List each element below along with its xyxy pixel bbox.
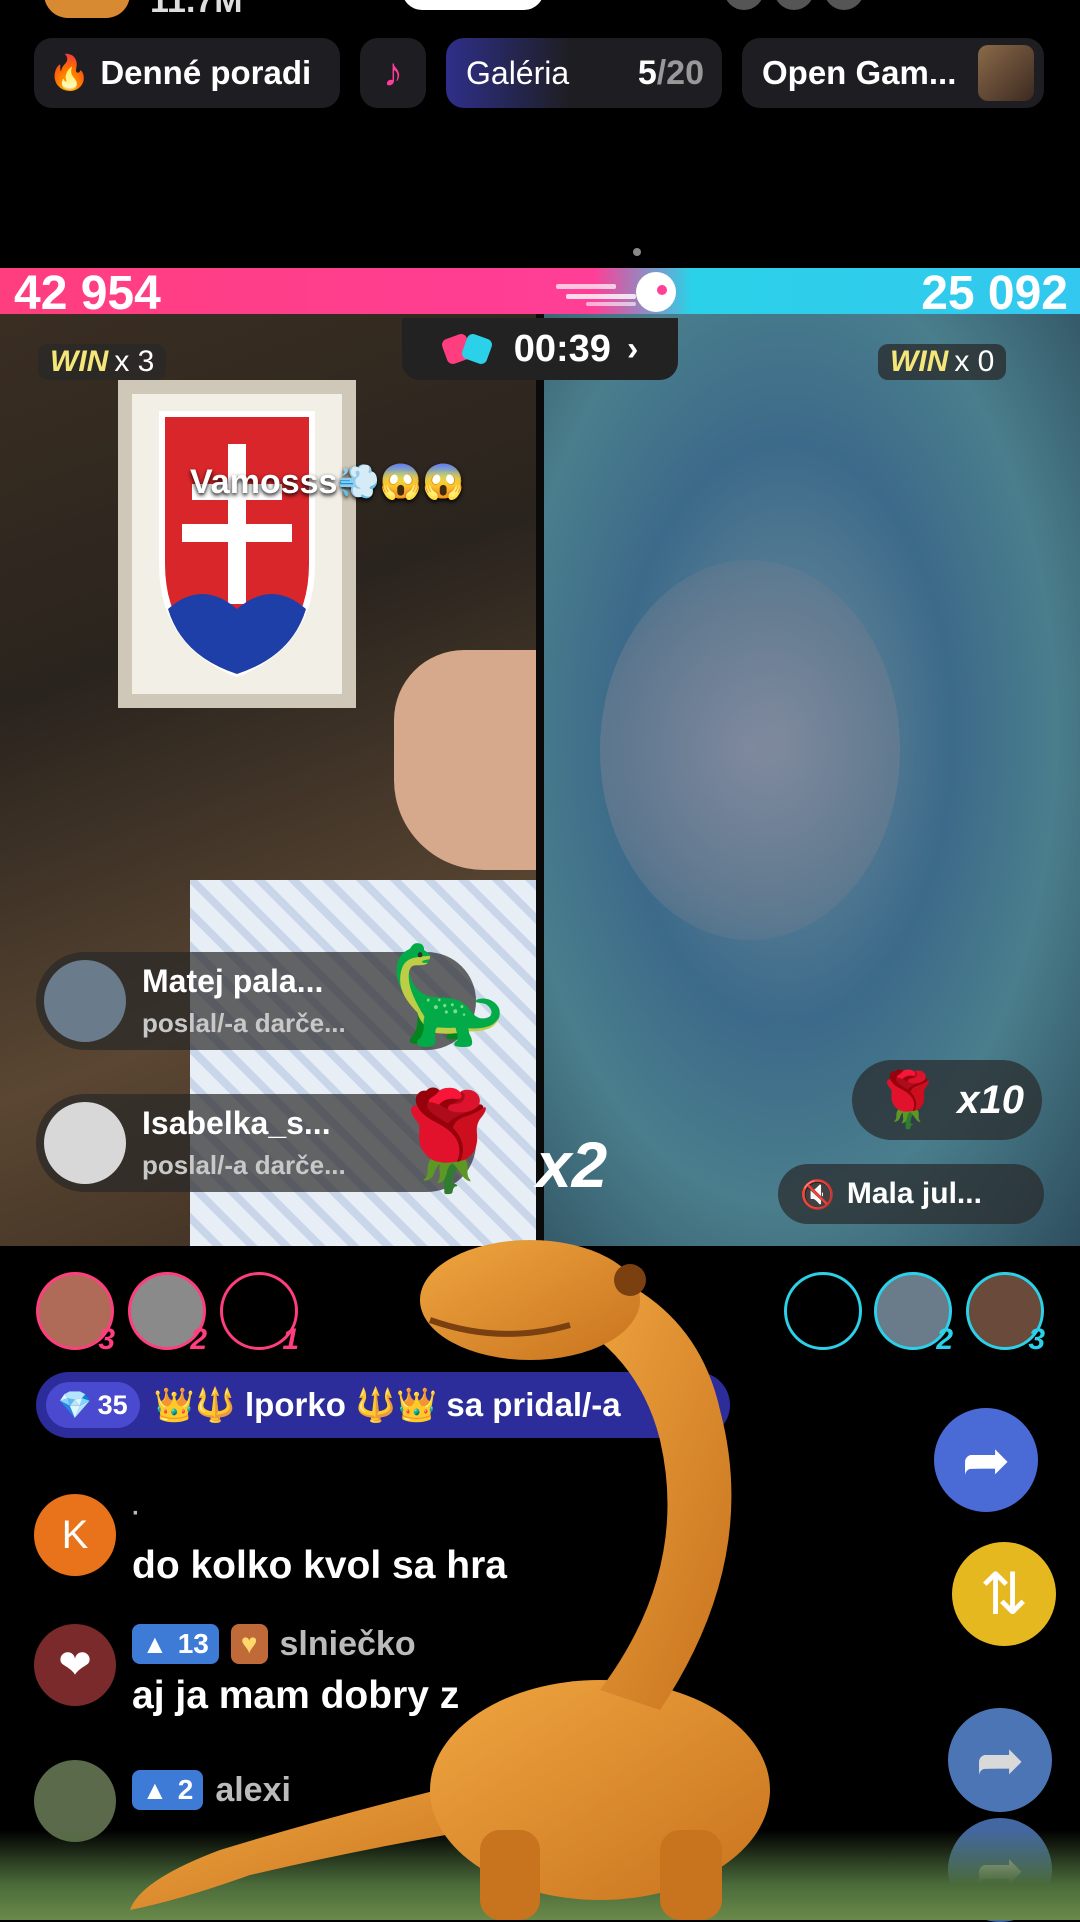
score-right: 25 092	[921, 267, 1068, 320]
share-button[interactable]: ➦	[934, 1408, 1038, 1512]
floating-comment: Vamosss💨😱😱	[190, 463, 465, 501]
gifter-avatar	[44, 1102, 126, 1184]
gallery-count: 5/20	[637, 53, 704, 92]
flame-icon: 🔥	[48, 54, 91, 92]
tiktok-note-button[interactable]: ♪	[360, 38, 426, 108]
battle-timer[interactable]: 00:39 ›	[402, 318, 678, 380]
slovak-coat-of-arms-image	[118, 380, 356, 708]
page-dot	[633, 248, 641, 256]
dinosaur-gift-animation	[130, 1240, 770, 1920]
host-right-face	[600, 560, 900, 940]
battle-score-bar	[0, 268, 1080, 314]
top-chips-row: 🔥 Denné poradi ♪ Galéria 5/20 Open Gam..…	[34, 38, 1054, 108]
win-streak-right: WIN x 0	[878, 344, 1007, 380]
gallery-chip[interactable]: Galéria 5/20	[446, 38, 722, 108]
muted-user-name: Mala jul...	[846, 1177, 982, 1210]
gallery-label: Galéria	[466, 54, 570, 91]
gift-combo-count: x2	[536, 1129, 608, 1201]
chevron-right-icon: ›	[626, 329, 639, 368]
daily-ranking-label: Denné poradi	[100, 54, 312, 91]
rose-gift-icon: 🌹	[388, 1088, 508, 1195]
rose-counter: 🌹 x10	[852, 1060, 1042, 1140]
game-thumbnail	[978, 45, 1034, 101]
win-streak-left: WIN x 3	[38, 344, 167, 380]
tiktok-note-icon: ♪	[383, 50, 403, 95]
top-supporter-avatar[interactable]: 3	[966, 1272, 1045, 1356]
open-game-label: Open Gam...	[762, 54, 957, 91]
dinosaur-gift-icon: 🦕	[388, 942, 508, 1049]
gifter-avatar	[44, 960, 126, 1042]
gift-sent-text: poslal/-a darče...	[142, 1150, 346, 1180]
daily-ranking-chip[interactable]: 🔥 Denné poradi	[34, 38, 340, 108]
host-left-face	[394, 650, 536, 870]
follow-button[interactable]	[402, 0, 544, 10]
score-left: 42 954	[14, 267, 161, 320]
score-comet-icon	[556, 272, 676, 312]
timer-value: 00:39	[513, 327, 611, 370]
share-button[interactable]: ➦	[948, 1708, 1052, 1812]
host-avatar[interactable]	[44, 0, 130, 18]
repost-icon: ⇅	[979, 1562, 1029, 1627]
battle-gloves-icon	[440, 332, 494, 366]
gifter-name: Isabelka_s...	[142, 1105, 331, 1141]
top-status-strip: 11.7M	[0, 0, 1080, 22]
viewer-avatars[interactable]	[724, 0, 894, 10]
gift-sent-text: poslal/-a darče...	[142, 1008, 346, 1038]
open-game-chip[interactable]: Open Gam...	[742, 38, 1044, 108]
gifter-name: Matej pala...	[142, 963, 324, 999]
rose-icon: 🌹	[874, 1069, 942, 1130]
battle-divider	[536, 314, 544, 1246]
rose-count: x10	[957, 1077, 1024, 1122]
repost-button[interactable]: ⇅	[952, 1542, 1056, 1646]
diamond-icon: 💎	[58, 1390, 92, 1420]
share-arrow-icon: ➦	[961, 1428, 1011, 1493]
share-arrow-icon: ➦	[975, 1728, 1025, 1793]
speaker-muted-icon: 🔇	[800, 1178, 835, 1210]
host-stat: 11.7M	[150, 0, 243, 20]
